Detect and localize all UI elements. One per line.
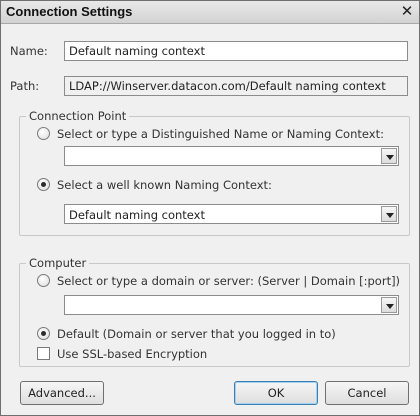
- computer-legend: Computer: [26, 256, 90, 270]
- dropdown-arrow-icon[interactable]: [381, 206, 397, 222]
- ssl-encryption-checkbox[interactable]: [37, 347, 50, 360]
- connection-settings-dialog: Connection Settings ✕ Name: Default nami…: [0, 0, 420, 416]
- connection-point-legend: Connection Point: [26, 109, 130, 123]
- well-known-context-option-label[interactable]: Select a well known Naming Context:: [57, 178, 272, 192]
- advanced-button[interactable]: Advanced...: [20, 381, 104, 405]
- title-bar: Connection Settings ✕: [1, 1, 419, 24]
- ok-button[interactable]: OK: [234, 381, 318, 405]
- domain-server-radio[interactable]: [37, 274, 50, 287]
- path-field[interactable]: LDAP://Winserver.datacon.com/Default nam…: [64, 76, 408, 96]
- domain-server-option-label[interactable]: Select or type a domain or server: (Serv…: [57, 274, 400, 288]
- domain-server-combo[interactable]: [64, 295, 399, 315]
- well-known-context-combo-value: Default naming context: [69, 208, 205, 222]
- name-label: Name:: [10, 44, 48, 58]
- name-input[interactable]: Default naming context: [64, 41, 408, 61]
- window-title: Connection Settings: [6, 4, 133, 19]
- dropdown-arrow-icon[interactable]: [381, 297, 397, 313]
- well-known-context-combo[interactable]: Default naming context: [64, 204, 399, 224]
- close-icon[interactable]: ✕: [399, 3, 415, 19]
- distinguished-name-radio[interactable]: [37, 127, 50, 140]
- default-server-option-label[interactable]: Default (Domain or server that you logge…: [57, 327, 336, 341]
- dropdown-arrow-icon[interactable]: [381, 148, 397, 164]
- path-label: Path:: [10, 79, 40, 93]
- ssl-encryption-label[interactable]: Use SSL-based Encryption: [57, 347, 207, 361]
- cancel-button[interactable]: Cancel: [325, 381, 409, 405]
- distinguished-name-option-label[interactable]: Select or type a Distinguished Name or N…: [57, 127, 384, 141]
- well-known-context-radio[interactable]: [37, 178, 50, 191]
- default-server-radio[interactable]: [37, 327, 50, 340]
- distinguished-name-combo[interactable]: [64, 146, 399, 166]
